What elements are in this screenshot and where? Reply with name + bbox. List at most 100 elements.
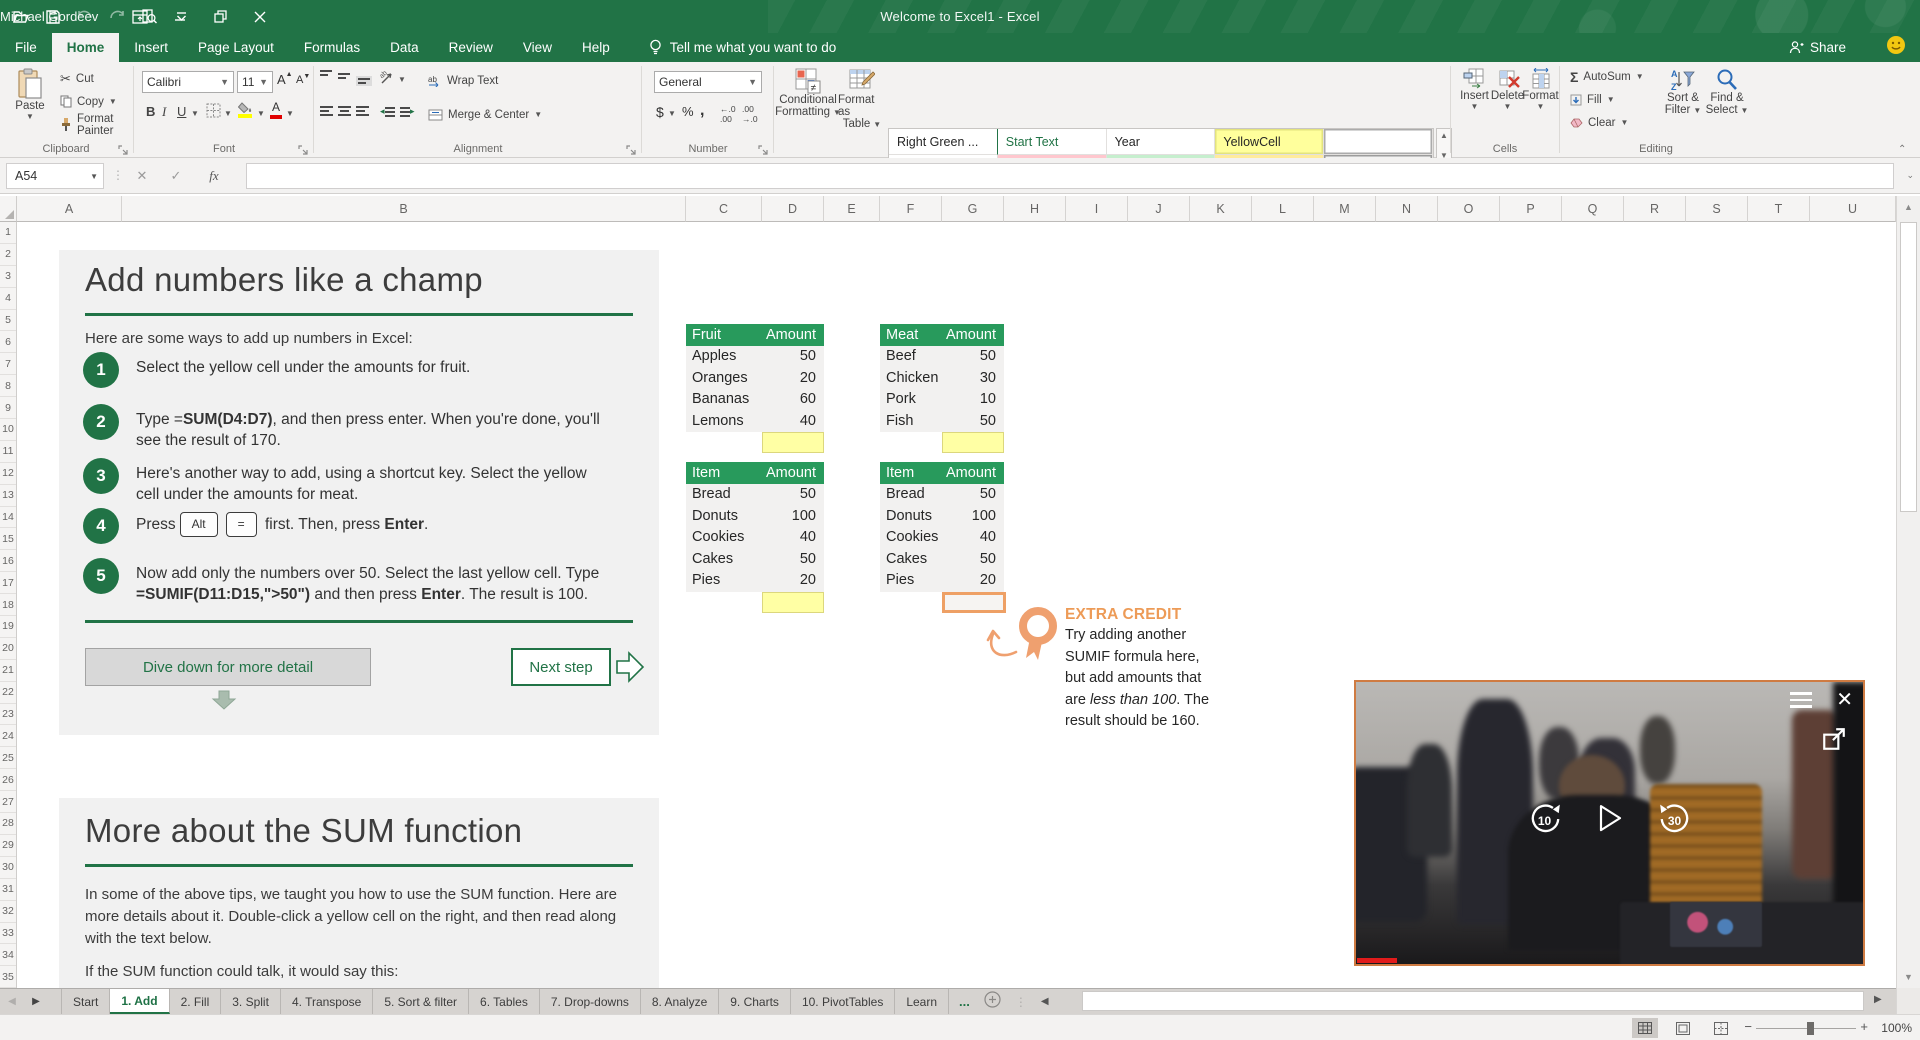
table-row[interactable]: Donuts 100 [880, 505, 1004, 527]
row-header-18[interactable]: 18 [0, 594, 16, 617]
middle-align-icon[interactable] [338, 73, 350, 79]
row-header-14[interactable]: 14 [0, 507, 16, 529]
paste-dropdown-icon[interactable]: ▼ [26, 112, 34, 121]
align-center-icon[interactable] [338, 106, 351, 116]
row-header-3[interactable]: 3 [0, 266, 16, 288]
row-header-31[interactable]: 31 [0, 879, 16, 901]
row-header-34[interactable]: 34 [0, 944, 16, 967]
table-row[interactable]: Oranges 20 [686, 367, 824, 389]
sheet-tab-5-sort-filter[interactable]: 5. Sort & filter [373, 989, 470, 1014]
underline-button[interactable]: U [177, 104, 186, 119]
print-preview-icon[interactable] [140, 8, 158, 26]
rewind-10-button[interactable]: 10 [1527, 802, 1563, 838]
table-row[interactable]: Pies 20 [686, 570, 824, 592]
borders-dropdown-icon[interactable]: ▼ [224, 109, 232, 118]
row-header-15[interactable]: 15 [0, 528, 16, 551]
format-as-table-button[interactable]: Format as Table ▼ [838, 68, 886, 130]
ribbon-tab-help[interactable]: Help [567, 33, 625, 62]
accounting-format-icon[interactable]: $ [656, 104, 664, 120]
row-header-29[interactable]: 29 [0, 835, 16, 857]
fill-dropdown-icon[interactable]: ▼ [1607, 95, 1615, 104]
row-header-4[interactable]: 4 [0, 288, 16, 310]
delete-cells-button[interactable]: Delete ▼ [1491, 68, 1524, 111]
collapse-ribbon-icon[interactable]: ⌃ [1898, 144, 1906, 155]
italic-button[interactable]: I [162, 104, 166, 120]
yellow-formula-cell[interactable] [942, 432, 1004, 453]
row-header-17[interactable]: 17 [0, 572, 16, 595]
horizontal-scroll-thumb[interactable] [1082, 991, 1864, 1011]
video-menu-icon[interactable] [1790, 692, 1813, 708]
fill-button[interactable]: Fill ▼ [1570, 91, 1615, 108]
cut-button[interactable]: ✂ Cut [60, 70, 94, 87]
play-button[interactable] [1597, 803, 1623, 838]
sheet-tab-learn[interactable]: Learn [895, 989, 950, 1014]
fill-color-icon[interactable] [238, 102, 252, 118]
feedback-smiley-icon[interactable] [1886, 35, 1906, 60]
percent-style-icon[interactable]: % [682, 104, 694, 119]
merge-center-dropdown-icon[interactable]: ▼ [534, 110, 542, 119]
redo-icon[interactable] [108, 8, 126, 26]
cell-style-blank[interactable] [1324, 129, 1433, 155]
table-row[interactable]: Cakes 50 [880, 548, 1004, 570]
tell-me-box[interactable]: Tell me what you want to do [649, 33, 836, 62]
ribbon-tab-formulas[interactable]: Formulas [289, 33, 375, 62]
video-progress-bar[interactable] [1357, 958, 1397, 963]
sheet-tab-2-fill[interactable]: 2. Fill [169, 989, 222, 1014]
ribbon-tab-home[interactable]: Home [51, 33, 120, 62]
confirm-entry-icon[interactable]: ✓ [164, 163, 188, 189]
open-icon[interactable] [12, 8, 30, 26]
column-header-B[interactable]: B [122, 196, 686, 222]
font-name-combo[interactable]: Calibri ▼ [142, 71, 234, 93]
decrease-decimal-icon[interactable]: .00 →.0 [742, 104, 758, 124]
align-right-icon[interactable] [356, 106, 369, 116]
table-row[interactable]: Bread 50 [880, 484, 1004, 506]
row-header-1[interactable]: 1 [0, 222, 16, 244]
select-all-corner[interactable] [0, 196, 17, 222]
sheet-tab-4-transpose[interactable]: 4. Transpose [280, 989, 374, 1014]
page-layout-view-icon[interactable] [1670, 1018, 1696, 1038]
column-header-P[interactable]: P [1500, 196, 1562, 222]
alignment-dialog-launcher-icon[interactable] [626, 143, 637, 155]
row-header-2[interactable]: 2 [0, 244, 16, 266]
sheet-tab-start[interactable]: Start [62, 989, 111, 1014]
name-box-dropdown-icon[interactable]: ▼ [90, 172, 98, 181]
row-header-11[interactable]: 11 [0, 441, 16, 463]
column-header-J[interactable]: J [1128, 196, 1190, 222]
column-header-K[interactable]: K [1190, 196, 1252, 222]
column-header-A[interactable]: A [17, 196, 122, 222]
column-header-C[interactable]: C [686, 196, 762, 222]
cell-style-year[interactable]: Year [1106, 129, 1216, 155]
yellow-formula-cell[interactable] [762, 591, 824, 613]
scroll-down-icon[interactable]: ▼ [1897, 966, 1920, 988]
column-header-T[interactable]: T [1748, 196, 1810, 222]
increase-indent-icon[interactable]: ▸ [400, 106, 415, 117]
accounting-dropdown-icon[interactable]: ▼ [668, 109, 676, 118]
table-row[interactable]: Cookies 40 [686, 527, 824, 549]
grow-font-icon[interactable]: A ▲ [277, 71, 293, 87]
number-dialog-launcher-icon[interactable] [758, 143, 769, 155]
row-header-33[interactable]: 33 [0, 923, 16, 945]
row-header-35[interactable]: 35 [0, 966, 16, 989]
sheet-tab-9-charts[interactable]: 9. Charts [719, 989, 791, 1014]
vertical-scrollbar[interactable]: ▲ ▼ [1896, 196, 1920, 988]
font-color-dropdown-icon[interactable]: ▼ [286, 109, 294, 118]
ribbon-tab-data[interactable]: Data [375, 33, 434, 62]
ribbon-tab-page-layout[interactable]: Page Layout [183, 33, 289, 62]
row-header-19[interactable]: 19 [0, 616, 16, 638]
fill-color-dropdown-icon[interactable]: ▼ [257, 109, 265, 118]
table-row[interactable]: Fish 50 [880, 410, 1004, 432]
wrap-text-button[interactable]: ab Wrap Text [428, 72, 498, 89]
customize-qat-icon[interactable] [172, 8, 190, 26]
hscroll-left-icon[interactable]: ◀ [1041, 996, 1049, 1007]
increase-decimal-icon[interactable]: ←.0.00 [720, 104, 736, 124]
vertical-scroll-thumb[interactable] [1900, 222, 1917, 512]
sheet-tab-7-drop-downs[interactable]: 7. Drop-downs [539, 989, 641, 1014]
ribbon-tab-review[interactable]: Review [434, 33, 508, 62]
shrink-font-icon[interactable]: A ▼ [296, 73, 310, 87]
conditional-formatting-button[interactable]: ≠ Conditional Formatting ▼ [775, 68, 841, 118]
scroll-up-icon[interactable]: ▲ [1897, 196, 1920, 218]
insert-function-icon[interactable]: fx [202, 163, 226, 189]
row-header-16[interactable]: 16 [0, 550, 16, 573]
cell-style-right-green-[interactable]: Right Green ... [889, 129, 998, 155]
ribbon-tab-view[interactable]: View [508, 33, 567, 62]
